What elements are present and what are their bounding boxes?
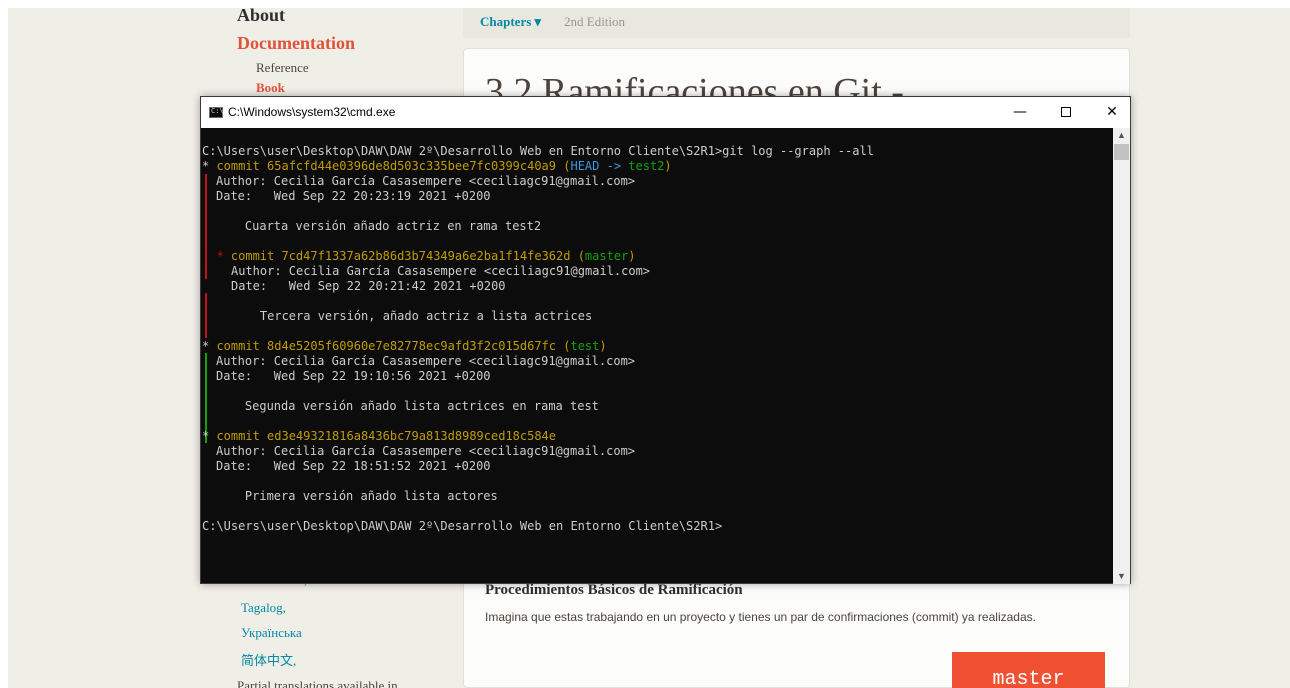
cmd-window[interactable]: C:\ C:\Windows\system32\cmd.exe — ✕ C:\U…	[200, 96, 1131, 584]
ref-close: )	[664, 159, 672, 173]
commit-message: Cuarta versión añado actriz en rama test…	[216, 219, 542, 233]
commit-message: Primera versión añado lista actores	[216, 489, 498, 503]
prompt-command-line: C:\Users\user\Desktop\DAW\DAW 2º\Desarro…	[202, 144, 874, 158]
partial-translations-text: Partial translations available in	[237, 678, 398, 688]
commit-hash: commit 7cd47f1337a62b86d3b74349a6e2ba1f1…	[230, 249, 571, 263]
minimize-button[interactable]: —	[997, 97, 1043, 128]
branch-ref: test2	[628, 159, 665, 173]
graph-symbol: *	[202, 159, 217, 173]
ref-open: (	[556, 339, 571, 353]
cmd-scrollbar[interactable]: ▲ ▼	[1113, 128, 1130, 584]
scroll-up-arrow-icon[interactable]: ▲	[1113, 128, 1130, 143]
cmd-window-title: C:\Windows\system32\cmd.exe	[228, 105, 396, 119]
commit-message: Tercera versión, añado actriz a lista ac…	[231, 309, 593, 323]
commit-author: Author: Cecilia García Casasempere <ceci…	[231, 264, 651, 278]
close-button[interactable]: ✕	[1089, 97, 1135, 128]
scroll-down-arrow-icon[interactable]: ▼	[1113, 569, 1130, 584]
section-paragraph: Imagina que estas trabajando en un proye…	[485, 610, 1036, 624]
ref-close: )	[628, 249, 636, 263]
branch-ref: test	[570, 339, 600, 353]
commit-date: Date: Wed Sep 22 19:10:56 2021 +0200	[216, 369, 491, 383]
final-prompt-line: C:\Users\user\Desktop\DAW\DAW 2º\Desarro…	[202, 519, 723, 533]
language-link-tagalog[interactable]: Tagalog,	[241, 600, 286, 616]
nav-book-link[interactable]: Book	[256, 80, 285, 96]
nav-reference-link[interactable]: Reference	[256, 60, 309, 76]
edition-label: 2nd Edition	[564, 14, 626, 29]
commit-author: Author: Cecilia García Casasempere <ceci…	[216, 354, 636, 368]
section-heading: Procedimientos Básicos de Ramificación	[485, 582, 743, 598]
cmd-app-icon: C:\	[209, 107, 224, 118]
commit-hash: commit ed3e49321816a8436bc79a813d8989ced…	[216, 429, 557, 443]
ref-open: (	[556, 159, 571, 173]
branch-ref: master	[584, 249, 629, 263]
nav-about-link[interactable]: About	[237, 5, 285, 26]
cmd-app-icon-text: C:\	[211, 107, 224, 115]
ref-open: (	[570, 249, 585, 263]
maximize-icon	[1061, 107, 1071, 117]
commit-hash: commit 8d4e5205f60960e7e82778ec9afd3f2c0…	[216, 339, 557, 353]
graph-symbol: *	[202, 339, 217, 353]
commit-date: Date: Wed Sep 22 20:23:19 2021 +0200	[216, 189, 491, 203]
language-link-chinese[interactable]: 简体中文,	[241, 650, 296, 669]
master-branch-diagram: master	[952, 652, 1105, 688]
commit-line: | * commit 7cd47f1337a62b86d3b74349a6e2b…	[202, 249, 636, 264]
commit-author: Author: Cecilia García Casasempere <ceci…	[216, 444, 636, 458]
commit-line: * commit 65afcfd44e0396de8d503c335bee7fc…	[202, 159, 672, 174]
git-graph-line-red-2	[205, 293, 207, 338]
graph-symbol: | *	[202, 249, 231, 263]
commit-author: Author: Cecilia García Casasempere <ceci…	[216, 174, 636, 188]
language-link-ukrainian[interactable]: Українська	[241, 625, 302, 641]
commit-hash: commit 65afcfd44e0396de8d503c335bee7fc03…	[216, 159, 557, 173]
chapters-dropdown[interactable]: Chapters ▾	[480, 14, 541, 30]
commit-message: Segunda versión añado lista actrices en …	[216, 399, 599, 413]
graph-symbol: *	[202, 429, 217, 443]
maximize-button[interactable]	[1043, 97, 1089, 128]
head-ref: HEAD ->	[570, 159, 629, 173]
cmd-console-output[interactable]: C:\Users\user\Desktop\DAW\DAW 2º\Desarro…	[201, 128, 1113, 584]
nav-documentation-link[interactable]: Documentation	[237, 33, 355, 54]
commit-line: * commit ed3e49321816a8436bc79a813d8989c…	[202, 429, 556, 444]
commit-date: Date: Wed Sep 22 20:21:42 2021 +0200	[231, 279, 506, 293]
scrollbar-thumb[interactable]	[1114, 144, 1129, 160]
cmd-titlebar[interactable]: C:\ C:\Windows\system32\cmd.exe — ✕	[201, 97, 1130, 128]
commit-date: Date: Wed Sep 22 18:51:52 2021 +0200	[216, 459, 491, 473]
ref-close: )	[599, 339, 607, 353]
commit-line: * commit 8d4e5205f60960e7e82778ec9afd3f2…	[202, 339, 607, 354]
